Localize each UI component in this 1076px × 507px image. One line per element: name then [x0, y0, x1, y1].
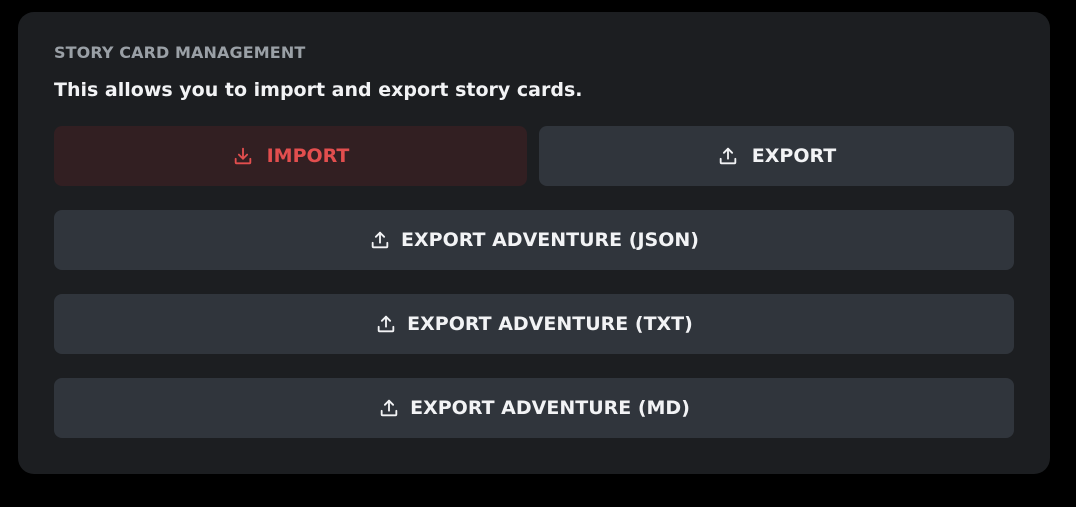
upload-icon — [375, 313, 397, 335]
section-description: This allows you to import and export sto… — [54, 79, 583, 101]
export-adventure-json-label: EXPORT ADVENTURE (JSON) — [401, 229, 699, 251]
import-button-label: IMPORT — [266, 145, 350, 167]
upload-icon — [378, 397, 400, 419]
story-card-management-panel: STORY CARD MANAGEMENT This allows you to… — [18, 12, 1050, 474]
export-adventure-json-button[interactable]: EXPORT ADVENTURE (JSON) — [54, 210, 1014, 270]
export-adventure-txt-button[interactable]: EXPORT ADVENTURE (TXT) — [54, 294, 1014, 354]
export-adventure-md-label: EXPORT ADVENTURE (MD) — [410, 397, 690, 419]
import-button[interactable]: IMPORT — [54, 126, 527, 186]
export-button-label: EXPORT — [751, 145, 837, 167]
export-adventure-txt-label: EXPORT ADVENTURE (TXT) — [407, 313, 693, 335]
upload-icon — [717, 145, 739, 167]
upload-icon — [369, 229, 391, 251]
export-adventure-md-button[interactable]: EXPORT ADVENTURE (MD) — [54, 378, 1014, 438]
export-button[interactable]: EXPORT — [539, 126, 1014, 186]
section-title: STORY CARD MANAGEMENT — [54, 43, 306, 62]
download-icon — [232, 145, 254, 167]
